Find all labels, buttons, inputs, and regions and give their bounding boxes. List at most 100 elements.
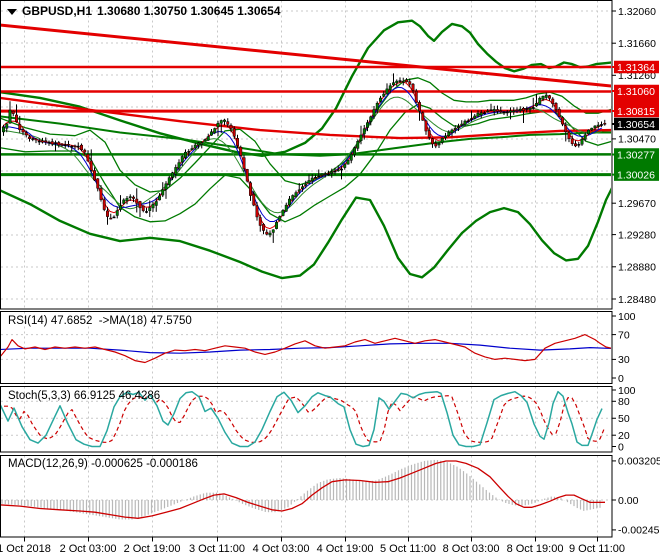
candle-body	[193, 144, 197, 149]
candle-body	[349, 154, 353, 161]
candle-body	[333, 170, 337, 173]
candle-body	[239, 146, 243, 156]
occluded-price-badge	[614, 160, 659, 170]
candle-body	[154, 201, 158, 206]
price-axis-label: 1.28880	[618, 262, 656, 274]
price-axis-label: 1.28480	[618, 294, 656, 306]
candle-body	[307, 180, 311, 184]
candle-body	[346, 159, 350, 165]
candle-body	[187, 151, 191, 153]
price-axis[interactable]: 1.320601.316601.312601.304701.296701.292…	[612, 6, 660, 537]
candle-body	[141, 205, 145, 211]
candle-body	[525, 108, 529, 110]
candle-body	[502, 111, 506, 114]
candle-body	[252, 194, 256, 206]
candle-body	[112, 216, 116, 219]
candle-body	[44, 140, 48, 143]
price-axis-label: 1.31660	[618, 38, 656, 50]
stoch-axis-label: 20	[618, 430, 630, 442]
candle-body	[135, 198, 139, 204]
candle-body	[327, 173, 330, 176]
price-axis-label: 1.29670	[618, 198, 656, 210]
candle-body	[278, 216, 282, 221]
candle-body	[50, 141, 54, 145]
candle-body	[515, 109, 519, 112]
candle-body	[47, 141, 51, 144]
macd-axis-label: -0.002452	[618, 525, 660, 537]
candle-body	[219, 120, 223, 124]
macd-axis-label: 0.003205	[618, 456, 660, 468]
stoch-axis-label: 100	[618, 385, 636, 397]
candle-body	[323, 173, 327, 175]
candle-body	[548, 95, 551, 99]
candle-body	[356, 141, 360, 149]
candle-body	[398, 80, 402, 82]
candle-body	[463, 120, 467, 125]
candle-body	[486, 110, 490, 113]
candle-body	[57, 142, 61, 146]
candle-body	[336, 169, 340, 172]
candle-body	[5, 123, 9, 129]
candle-body	[418, 102, 421, 112]
candle-body	[375, 102, 379, 110]
symbol-period-label: GBPUSD,H1	[22, 4, 93, 18]
candle-body	[171, 172, 174, 178]
candle-body	[343, 164, 347, 168]
candle-body	[460, 123, 464, 126]
chart-background	[0, 0, 660, 560]
ohlc-values-label: 1.30680 1.30750 1.30645 1.30654	[97, 4, 281, 18]
candle-body	[167, 177, 171, 185]
price-badge-label: 1.30815	[617, 106, 655, 118]
candle-body	[301, 186, 304, 189]
candle-body	[499, 110, 503, 112]
candle-body	[151, 203, 155, 209]
candle-body	[180, 156, 184, 163]
candle-body	[411, 83, 415, 91]
stoch-axis-label: 50	[618, 413, 630, 425]
candle-body	[115, 210, 119, 216]
candle-body	[457, 126, 460, 128]
candle-body	[60, 144, 64, 146]
candle-body	[76, 145, 80, 148]
candle-body	[297, 189, 301, 192]
candle-body	[401, 80, 405, 83]
candle-body	[388, 85, 392, 91]
candle-body	[284, 204, 288, 212]
candle-body	[596, 124, 600, 127]
candle-body	[518, 108, 522, 111]
candle-body	[265, 231, 269, 235]
candle-body	[590, 127, 594, 131]
candle-body	[294, 192, 298, 197]
candle-body	[505, 111, 509, 114]
candle-body	[184, 151, 187, 158]
candle-body	[99, 188, 103, 200]
price-badge-label: 1.31060	[617, 86, 655, 98]
candle-body	[200, 142, 204, 145]
price-badge-label: 1.30277	[617, 149, 655, 161]
candle-body	[262, 224, 265, 231]
chevron-down-icon[interactable]	[7, 8, 17, 15]
candle-body	[310, 177, 314, 182]
candle-body	[67, 144, 70, 146]
candle-body	[21, 129, 25, 133]
candle-body	[408, 81, 412, 85]
candle-body	[15, 114, 18, 122]
price-axis-label: 1.29280	[618, 229, 656, 241]
candle-body	[479, 112, 483, 116]
candle-body	[304, 183, 308, 186]
candle-body	[405, 79, 408, 83]
chart-canvas[interactable]: 1.320601.316601.312601.304701.296701.292…	[0, 0, 660, 560]
candle-body	[531, 107, 535, 109]
candle-body	[369, 116, 373, 122]
candle-body	[557, 108, 561, 117]
candle-body	[541, 95, 545, 100]
time-axis-label: 4 Oct 19:00	[317, 543, 374, 555]
candle-body	[216, 122, 220, 127]
candle-body	[580, 138, 584, 145]
stoch-axis-label: 80	[618, 396, 630, 408]
candle-body	[31, 138, 35, 140]
candle-body	[450, 129, 454, 133]
candle-body	[554, 103, 558, 110]
rsi-axis-label: 30	[618, 354, 630, 366]
candle-body	[206, 136, 210, 141]
